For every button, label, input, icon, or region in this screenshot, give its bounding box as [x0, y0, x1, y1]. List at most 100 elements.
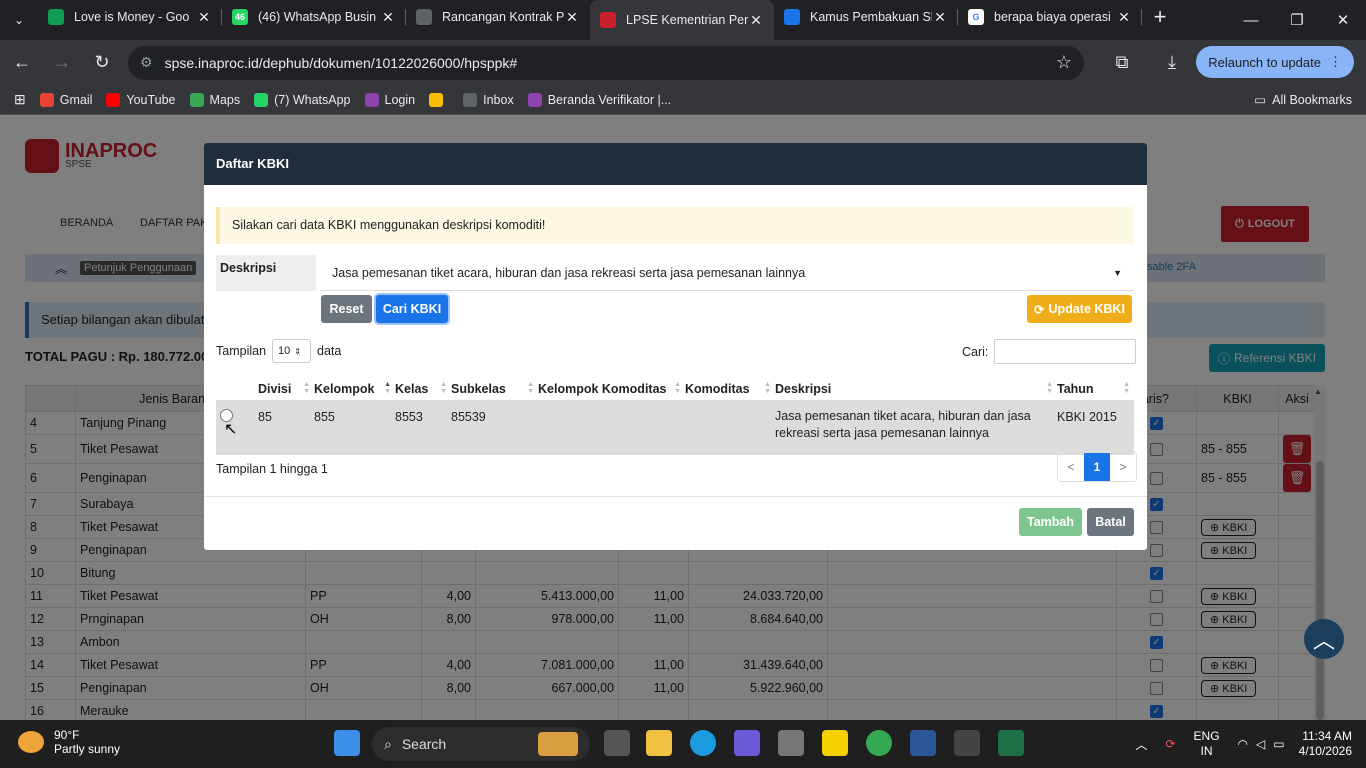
bookmark-item[interactable]: YouTube [106, 92, 176, 107]
address-bar[interactable]: ⚙ spse.inaproc.id/dephub/dokumen/1012202… [128, 45, 1084, 80]
tab-search-icon[interactable]: ⌄ [0, 0, 38, 40]
tampilan-label: Tampilan [216, 344, 267, 358]
next-page-button[interactable]: > [1110, 453, 1136, 481]
deskripsi-value: Jasa pemesanan tiket acara, hiburan dan … [332, 266, 806, 280]
bookmark-item[interactable]: Inbox [463, 92, 514, 107]
browser-tab[interactable]: Love is Money - Goo ✕ [38, 0, 222, 34]
close-tab-icon[interactable]: ✕ [1116, 9, 1132, 26]
close-tab-icon[interactable]: ✕ [932, 9, 948, 26]
sort-icon: ▲ ▼ [674, 381, 681, 395]
browser-tab[interactable]: Kamus Pembakuan Sl ✕ [774, 0, 958, 34]
clock[interactable]: 11:34 AM 4/10/2026 [1299, 729, 1352, 759]
tab-favicon-icon [416, 9, 432, 25]
chrome-icon[interactable] [866, 730, 892, 756]
col-divisi[interactable]: Divisi ▲ ▼ [258, 377, 314, 402]
deskripsi-select[interactable]: Jasa pemesanan tiket acara, hiburan dan … [320, 255, 1134, 291]
modal-footer-divider [204, 496, 1147, 497]
start-button[interactable] [334, 730, 360, 756]
tab-title: Kamus Pembakuan Sl [810, 10, 932, 24]
search-label: Search [401, 736, 447, 752]
search-highlight-icon [538, 732, 578, 756]
camera-icon[interactable] [778, 730, 804, 756]
col-deskripsi[interactable]: Deskripsi ▲ ▼ [775, 377, 1057, 402]
app-icon[interactable] [734, 730, 760, 756]
wifi-icon[interactable]: ◠ [1238, 737, 1248, 751]
apps-icon[interactable]: ⊞ [14, 91, 26, 108]
close-tab-icon[interactable]: ✕ [196, 9, 212, 26]
col-deskripsi-label: Deskripsi [775, 381, 832, 396]
scroll-to-top-button[interactable]: ︿ [1304, 619, 1344, 659]
col-komoditas[interactable]: Komoditas ▲ ▼ [685, 377, 775, 402]
dropdown-caret-icon: ▼ [1113, 268, 1122, 278]
page-length-select[interactable]: 10 ⇕ [272, 339, 312, 363]
cell-komoditas [685, 401, 775, 455]
maximize-icon[interactable]: ❐ [1274, 0, 1320, 40]
browser-tab[interactable]: Gberapa biaya operasi ✕ [958, 0, 1142, 34]
tray-chevron-icon[interactable]: ︿ [1135, 736, 1147, 753]
prev-page-button[interactable]: < [1058, 453, 1084, 481]
col-kelompok-komoditas[interactable]: Kelompok Komoditas ▲ ▼ [538, 377, 685, 402]
close-window-icon[interactable]: ✕ [1320, 0, 1366, 40]
reset-button[interactable]: Reset [321, 295, 372, 323]
tab-favicon-icon: 46 [232, 9, 248, 25]
mouse-cursor-icon: ↖ [224, 421, 238, 438]
battery-icon[interactable]: ▭ [1273, 737, 1284, 751]
col-kelas[interactable]: Kelas ▲ ▼ [395, 377, 451, 402]
bookmark-item[interactable] [429, 92, 449, 107]
col-subkelas[interactable]: Subkelas ▲ ▼ [451, 377, 538, 402]
browser-tab[interactable]: LPSE Kementrian Perl ✕ [590, 0, 774, 40]
edge-icon[interactable] [690, 730, 716, 756]
col-tahun[interactable]: Tahun ▲ ▼ [1057, 377, 1134, 402]
tambah-button[interactable]: Tambah [1019, 508, 1082, 536]
taskbar-search[interactable]: ⌕ Search [372, 727, 590, 761]
close-tab-icon[interactable]: ✕ [380, 9, 396, 26]
update-kbki-button[interactable]: ⟳ Update KBKI [1027, 295, 1132, 323]
volume-icon[interactable]: ◁ [1256, 737, 1265, 751]
tab-title: Love is Money - Goo [74, 10, 190, 24]
new-tab-button[interactable]: + [1142, 0, 1178, 34]
col-subkelas-label: Subkelas [451, 381, 506, 396]
col-kelompok[interactable]: Kelompok ▲ ▼ [314, 377, 395, 402]
sticky-notes-icon[interactable] [822, 730, 848, 756]
download-icon[interactable]: ⤓ [1154, 45, 1190, 81]
sort-icon: ▲ ▼ [303, 381, 310, 395]
browser-tab[interactable]: Rancangan Kontrak P ✕ [406, 0, 590, 34]
excel-icon[interactable] [998, 730, 1024, 756]
back-icon[interactable]: ← [4, 45, 40, 81]
all-bookmarks[interactable]: ▭ All Bookmarks [1254, 92, 1352, 108]
bookmark-favicon-icon [106, 92, 121, 107]
spinner-icon: ⇕ [294, 346, 301, 356]
reload-icon[interactable]: ↻ [84, 45, 120, 81]
language-indicator[interactable]: ENG IN [1194, 729, 1220, 759]
calculator-icon[interactable] [954, 730, 980, 756]
bookmark-label: Login [384, 92, 416, 107]
sync-icon[interactable]: ⟳ [1165, 737, 1175, 751]
cari-input[interactable] [994, 339, 1137, 364]
browser-tab[interactable]: 46 (46) WhatsApp Busin ✕ [222, 0, 406, 34]
task-view-icon[interactable] [604, 730, 630, 756]
site-info-icon[interactable]: ⚙ [140, 54, 153, 71]
lang-eng: ENG [1193, 729, 1220, 743]
weather-widget[interactable]: 90°F Partly sunny [18, 728, 120, 756]
partly-sunny-icon [18, 731, 44, 753]
minimize-icon[interactable]: — [1228, 0, 1274, 40]
word-icon[interactable] [910, 730, 936, 756]
relaunch-button[interactable]: Relaunch to update ⋮ [1196, 46, 1354, 78]
col-kelompok-komoditas-label: Kelompok Komoditas [538, 381, 667, 396]
file-explorer-icon[interactable] [646, 730, 672, 756]
close-tab-icon[interactable]: ✕ [748, 12, 764, 29]
table-row[interactable]: ↖ 85 855 8553 85539 Jasa pemesanan tiket… [216, 401, 1134, 455]
close-tab-icon[interactable]: ✕ [564, 9, 580, 26]
forward-icon[interactable]: → [44, 45, 80, 81]
bookmark-star-icon[interactable]: ☆ [1056, 52, 1072, 73]
page-1-button[interactable]: 1 [1084, 453, 1110, 481]
cari-kbki-button[interactable]: Cari KBKI [376, 295, 448, 323]
bookmark-item[interactable]: Beranda Verifikator |... [527, 92, 671, 107]
batal-button[interactable]: Batal [1087, 508, 1134, 536]
bookmark-item[interactable]: Login [364, 92, 416, 107]
bookmark-item[interactable]: Maps [189, 92, 240, 107]
bookmark-item[interactable]: (7) WhatsApp [254, 92, 351, 107]
modal-title: Daftar KBKI [204, 143, 1147, 185]
bookmark-item[interactable]: Gmail [39, 92, 92, 107]
extensions-icon[interactable]: ⧉ [1104, 45, 1140, 81]
